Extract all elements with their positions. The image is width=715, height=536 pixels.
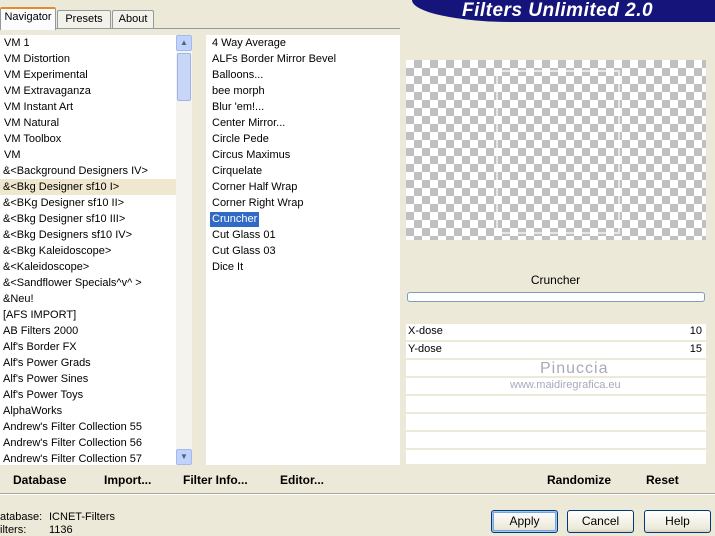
category-item[interactable]: &<Bkg Designers sf10 IV>	[0, 227, 176, 243]
scroll-up-button[interactable]: ▲	[176, 35, 192, 51]
filter-item[interactable]: Corner Right Wrap	[206, 195, 400, 211]
param-label: Y-dose	[408, 343, 442, 355]
reset-link[interactable]: Reset	[646, 473, 679, 487]
filter-item[interactable]: Circle Pede	[206, 131, 400, 147]
param-row-y-dose[interactable]: Y-dose 15	[406, 342, 706, 359]
category-item[interactable]: &<Background Designers IV>	[0, 163, 176, 179]
category-item[interactable]: &<Bkg Designer sf10 III>	[0, 211, 176, 227]
filter-item[interactable]: Balloons...	[206, 67, 400, 83]
database-link-label: Database	[13, 473, 67, 487]
category-item[interactable]: VM Natural	[0, 115, 176, 131]
category-item[interactable]: VM Toolbox	[0, 131, 176, 147]
category-item[interactable]: &<Sandflower Specials^v^ >	[0, 275, 176, 291]
tab-presets-label: Presets	[65, 13, 103, 25]
category-item[interactable]: Alf's Border FX	[0, 339, 176, 355]
filter-item[interactable]: Center Mirror...	[206, 115, 400, 131]
tab-navigator[interactable]: Navigator	[0, 7, 56, 30]
tab-navigator-label: Navigator	[4, 11, 52, 23]
category-item[interactable]: &<BKg Designer sf10 II>	[0, 195, 176, 211]
param-row-empty[interactable]	[406, 432, 706, 449]
category-item[interactable]: &<Bkg Designer sf10 I>	[0, 179, 176, 195]
filter-item[interactable]: Dice It	[206, 259, 400, 275]
category-scrollbar[interactable]: ▲ ▼	[176, 35, 192, 465]
category-item[interactable]: VM Experimental	[0, 67, 176, 83]
category-item[interactable]: VM Instant Art	[0, 99, 176, 115]
tab-about[interactable]: About	[112, 10, 154, 28]
category-item[interactable]: VM	[0, 147, 176, 163]
filter-info-link[interactable]: Filter Info...	[183, 473, 248, 487]
filters-count-label: ilters:	[0, 524, 27, 536]
category-item[interactable]: Alf's Power Grads	[0, 355, 176, 371]
watermark-name: Pinuccia	[540, 360, 609, 377]
param-value[interactable]: 10	[690, 325, 702, 337]
category-item[interactable]: Alf's Power Sines	[0, 371, 176, 387]
filter-info-link-label: Filter Info...	[183, 473, 248, 487]
category-item[interactable]: Andrew's Filter Collection 56	[0, 435, 176, 451]
database-link[interactable]: Database	[13, 473, 66, 487]
param-label: X-dose	[408, 325, 443, 337]
filter-item[interactable]: bee morph	[206, 83, 400, 99]
import-link[interactable]: Import...	[104, 473, 151, 487]
param-row-empty[interactable]	[406, 414, 706, 431]
tab-about-label: About	[118, 13, 148, 25]
separator	[0, 494, 715, 495]
tab-presets[interactable]: Presets	[57, 10, 111, 28]
scroll-down-button[interactable]: ▼	[176, 449, 192, 465]
param-row-empty[interactable]	[406, 396, 706, 413]
filter-item[interactable]: ALFs Border Mirror Bevel	[206, 51, 400, 67]
tab-underline	[0, 28, 400, 29]
filter-item[interactable]: Blur 'em!...	[206, 99, 400, 115]
param-row-empty[interactable]	[406, 450, 706, 465]
category-item[interactable]: [AFS IMPORT]	[0, 307, 176, 323]
filter-item[interactable]: Cut Glass 03	[206, 243, 400, 259]
category-item[interactable]: AB Filters 2000	[0, 323, 176, 339]
filter-item[interactable]: Cut Glass 01	[206, 227, 400, 243]
category-item[interactable]: &<Bkg Kaleidoscope>	[0, 243, 176, 259]
separator	[0, 493, 715, 494]
filter-name-label: Cruncher	[530, 273, 581, 287]
filter-list[interactable]: 4 Way Average ALFs Border Mirror Bevel Bal…	[206, 35, 400, 465]
cancel-button-label: Cancel	[581, 514, 620, 528]
category-item[interactable]: Andrew's Filter Collection 57	[0, 451, 176, 467]
apply-button-label: Apply	[509, 514, 540, 528]
randomize-link-label: Randomize	[547, 473, 612, 487]
reset-link-label: Reset	[646, 473, 679, 487]
randomize-link[interactable]: Randomize	[547, 473, 611, 487]
filter-item[interactable]: Corner Half Wrap	[206, 179, 400, 195]
progress-bar	[407, 292, 705, 302]
param-row-x-dose[interactable]: X-dose 10	[406, 324, 706, 341]
help-button-label: Help	[665, 514, 690, 528]
param-value[interactable]: 15	[690, 343, 702, 355]
app-title: Filters Unlimited 2.0	[462, 0, 654, 21]
category-item[interactable]: VM 1	[0, 35, 176, 51]
cancel-button[interactable]: Cancel	[567, 510, 634, 533]
filter-item[interactable]: Cruncher	[206, 211, 400, 227]
category-item[interactable]: VM Extravaganza	[0, 83, 176, 99]
editor-link[interactable]: Editor...	[280, 473, 324, 487]
help-button[interactable]: Help	[644, 510, 711, 533]
category-item[interactable]: Alf's Power Toys	[0, 387, 176, 403]
database-label: atabase:	[0, 511, 43, 523]
category-item[interactable]: Andrew's Filter Collection 55	[0, 419, 176, 435]
category-item[interactable]: VM Distortion	[0, 51, 176, 67]
filter-item[interactable]: Circus Maximus	[206, 147, 400, 163]
title-banner: Filters Unlimited 2.0	[412, 0, 715, 22]
category-item[interactable]: AlphaWorks	[0, 403, 176, 419]
preview-canvas	[406, 60, 706, 240]
filters-count-value: 1136	[49, 524, 73, 536]
database-value: ICNET-Filters	[49, 511, 115, 523]
editor-link-label: Editor...	[280, 473, 325, 487]
watermark-url: www.maidiregrafica.eu	[510, 379, 621, 391]
filter-item[interactable]: 4 Way Average	[206, 35, 400, 51]
apply-button[interactable]: Apply	[491, 510, 558, 533]
preview-image	[496, 70, 620, 234]
scroll-thumb[interactable]	[177, 53, 191, 101]
category-item[interactable]: &<Kaleidoscope>	[0, 259, 176, 275]
filter-item[interactable]: Cirquelate	[206, 163, 400, 179]
category-item[interactable]: &Neu!	[0, 291, 176, 307]
category-list[interactable]: VM 1 VM Distortion VM Experimental VM Extra…	[0, 35, 176, 465]
filter-item-selected[interactable]: Cruncher	[210, 212, 260, 227]
import-link-label: Import...	[104, 473, 152, 487]
